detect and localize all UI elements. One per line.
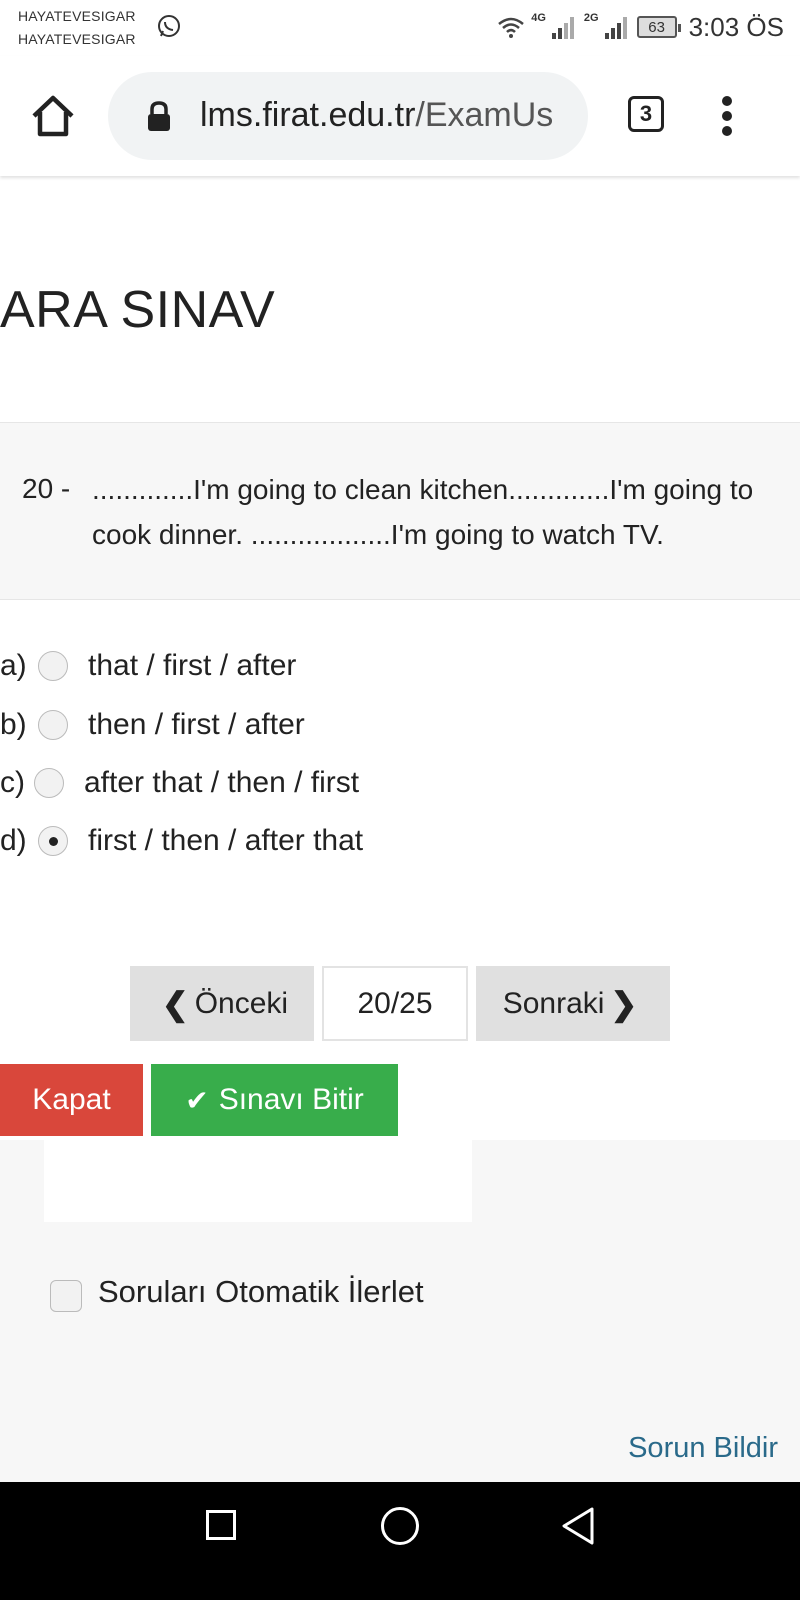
previous-label: Önceki [194,986,289,1020]
question-text: .............I'm going to clean kitchen.… [92,474,754,550]
blank-panel [44,1140,472,1222]
auto-advance-checkbox[interactable] [50,1280,82,1312]
option-letter: d) [0,824,27,857]
wifi-icon [498,17,525,38]
option-text: that / first / after [88,649,297,682]
network-4g-label: 4G [531,12,546,24]
report-problem-link[interactable]: Sorun Bildir [628,1432,778,1465]
option-text: first / then / after that [88,824,364,857]
signal-icon-secondary [604,17,627,39]
option-radio[interactable] [34,768,64,798]
option-radio[interactable] [38,710,68,740]
url-path: /ExamUs [415,96,554,134]
finish-exam-button[interactable]: ✔ Sınavı Bitir [151,1064,398,1136]
option-letter: a) [0,649,27,682]
auto-advance-label[interactable]: Soruları Otomatik İlerlet [98,1274,424,1310]
battery-level: 63 [648,18,665,36]
settings-area: Soruları Otomatik İlerlet Sorun Bildir [0,1140,800,1482]
home-button-icon[interactable] [381,1507,419,1545]
finish-label: Sınavı Bitir [218,1083,364,1116]
question-counter: 20/25 [322,966,468,1041]
whatsapp-icon [158,15,180,37]
clock: 3:03 ÖS [688,11,784,42]
question-panel: 20 - .............I'm going to clean kit… [0,422,800,600]
battery-icon: 63 [636,16,681,38]
url-domain: lms.firat.edu.tr [200,96,416,134]
next-label: Sonraki [502,986,605,1020]
close-button[interactable]: Kapat [0,1064,143,1136]
signal-icon [551,17,574,39]
overflow-menu-icon[interactable] [722,96,734,136]
address-bar[interactable]: lms.firat.edu.tr/ExamUs [108,72,588,160]
option-letter: c) [0,766,25,799]
chevron-right-icon: ❯ [610,985,638,1022]
answer-option-d[interactable]: d) first / then / after that [0,818,363,864]
option-radio[interactable] [38,651,68,681]
option-text: after that / then / first [84,766,360,799]
lock-icon [148,101,170,131]
option-radio-selected[interactable] [38,826,68,856]
carrier-name: HAYATEVESIGAR [18,8,136,24]
chevron-left-icon: ❮ [161,985,189,1022]
answer-option-a[interactable]: a) that / first / after [0,643,296,689]
home-icon[interactable] [30,94,76,138]
answer-option-c[interactable]: c) after that / then / first [0,760,359,806]
browser-toolbar: lms.firat.edu.tr/ExamUs 3 [0,56,800,176]
page-title: ARA SINAV [0,281,276,339]
network-2g-label: 2G [583,12,599,24]
carrier-name-secondary: HAYATEVESIGAR [18,31,136,47]
tab-switcher-button[interactable]: 3 [628,96,664,132]
url-text: lms.firat.edu.tr/ExamUs [200,96,580,135]
recent-apps-icon[interactable] [206,1510,236,1540]
next-button[interactable]: Sonraki ❯ [476,966,670,1041]
previous-button[interactable]: ❮ Önceki [130,966,314,1041]
option-text: then / first / after [88,708,305,741]
system-navigation-bar [0,1482,800,1600]
status-indicators: 4G 2G 63 3:03 ÖS [497,10,784,44]
option-letter: b) [0,708,27,741]
answer-option-b[interactable]: b) then / first / after [0,702,305,748]
status-bar: HAYATEVESIGAR HAYATEVESIGAR 4G 2G 63 3:0… [0,0,800,56]
question-number: 20 - [22,473,71,504]
check-icon: ✔ [185,1084,209,1116]
back-icon[interactable] [560,1506,596,1546]
